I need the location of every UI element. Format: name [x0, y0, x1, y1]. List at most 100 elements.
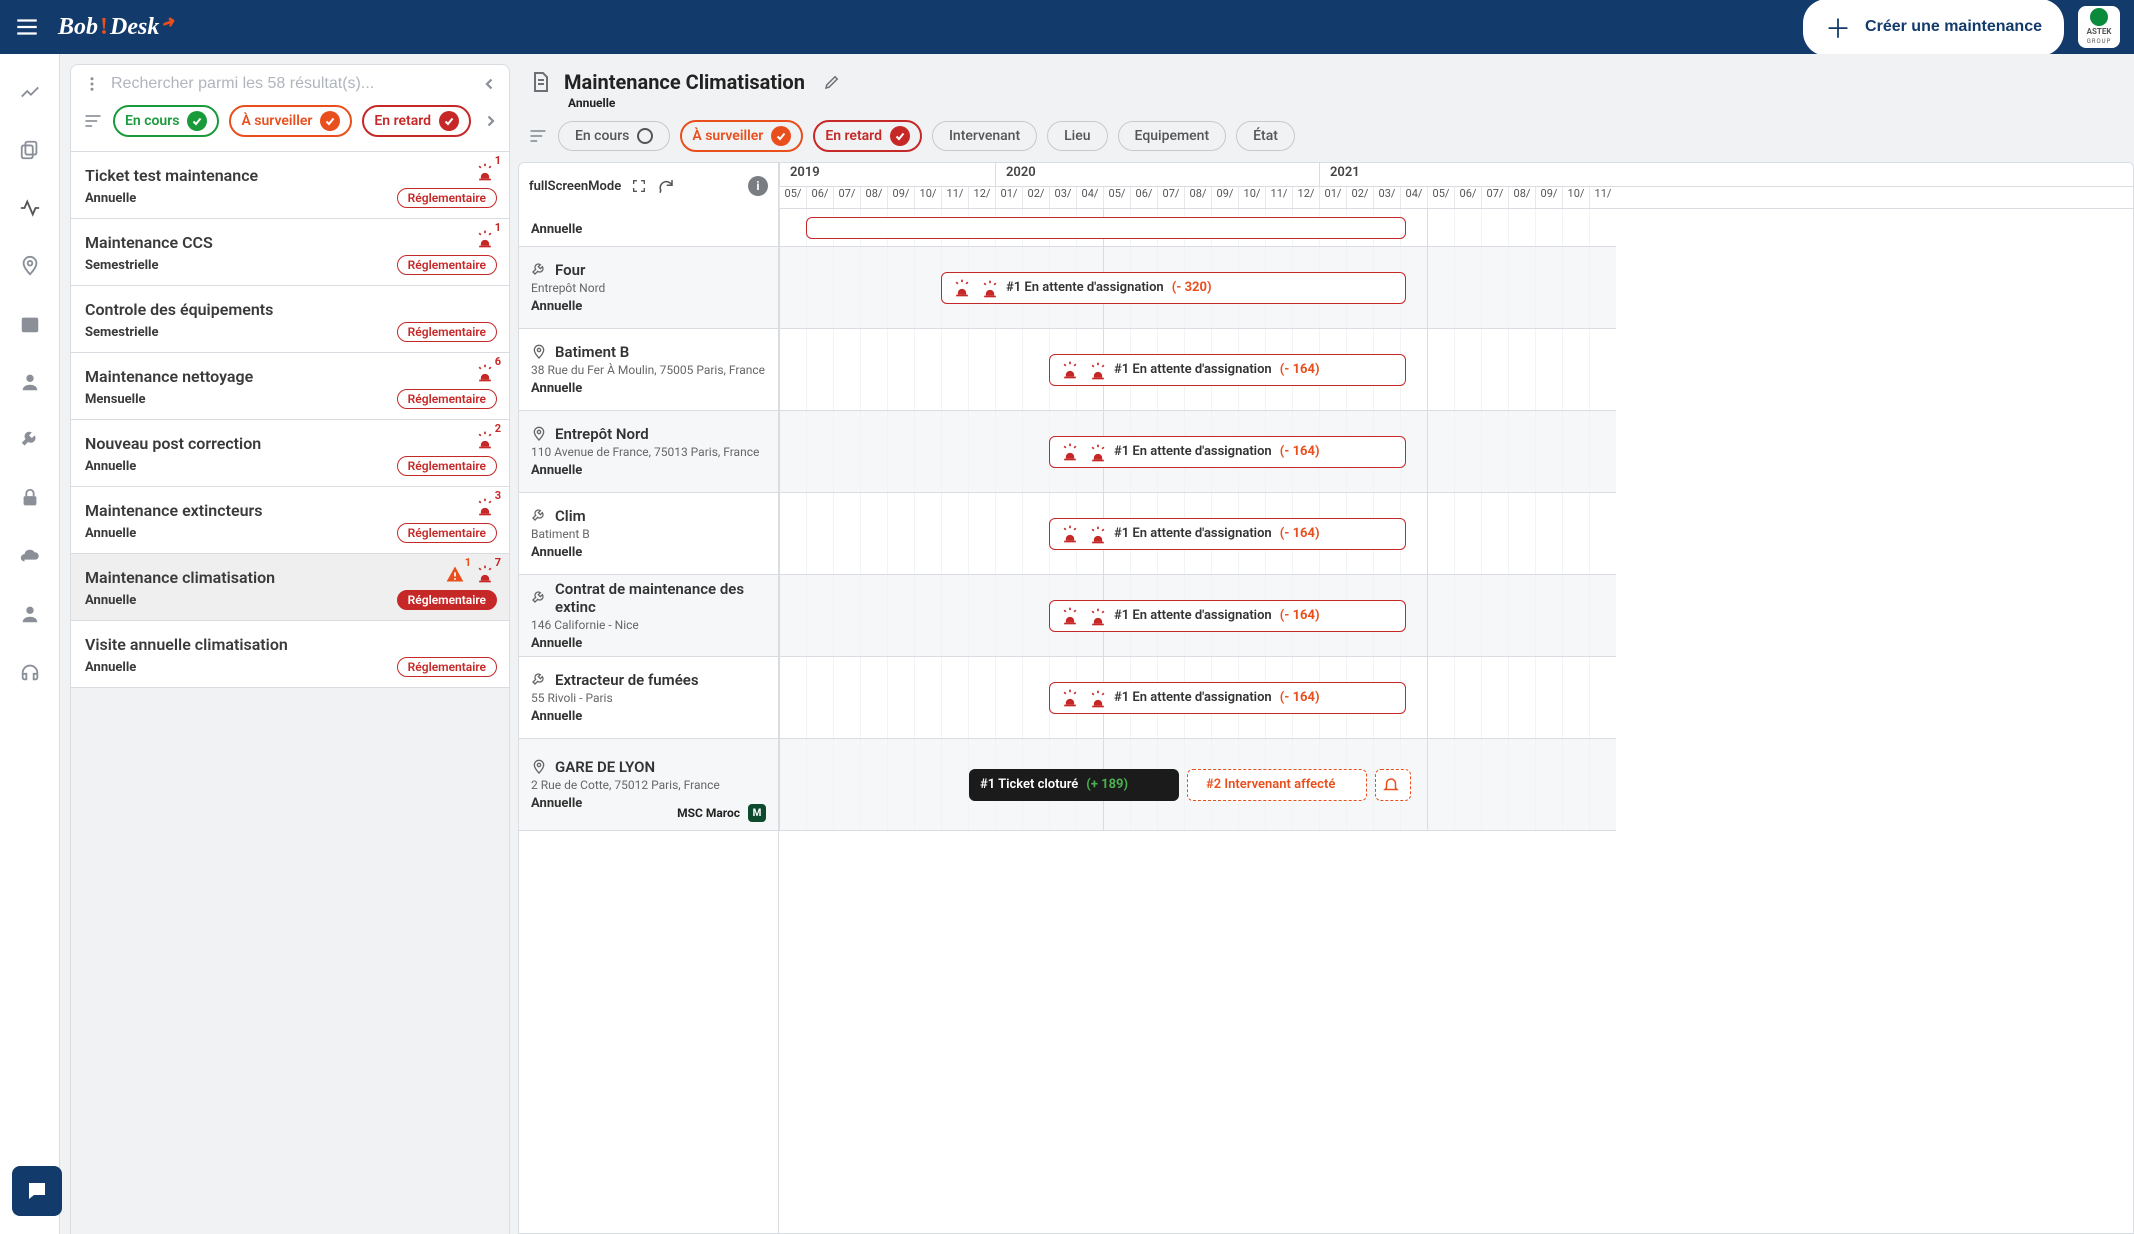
timeline-row-label[interactable]: Extracteur de fumées 55 Rivoli - Paris A… — [519, 657, 778, 739]
month-label: 11/ — [1265, 187, 1292, 208]
brand-name: ASTEK — [2087, 27, 2112, 36]
scroll-right-icon[interactable] — [481, 112, 499, 130]
fullscreen-icon[interactable] — [631, 178, 647, 194]
wrench-icon — [531, 508, 547, 524]
list-item[interactable]: Ticket test maintenance Annuelle 1 Régle… — [71, 152, 509, 219]
card-title: Maintenance nettoyage — [85, 367, 495, 386]
month-label: 08/ — [860, 187, 887, 208]
more-icon[interactable] — [83, 75, 101, 93]
nav-analytics-icon[interactable] — [16, 78, 44, 106]
card-title: Controle des équipements — [85, 300, 495, 319]
list-item[interactable]: Maintenance climatisation Annuelle 17 Ré… — [71, 554, 509, 621]
nav-cloud-icon[interactable] — [16, 542, 44, 570]
row-location: 55 Rivoli - Paris — [531, 691, 768, 705]
nav-wrench-icon[interactable] — [16, 426, 44, 454]
row-title: Contrat de maintenance des extinc — [555, 580, 768, 616]
month-label: 07/ — [833, 187, 860, 208]
timeline-row: #1 En attente d'assignation (- 164) — [779, 411, 1616, 493]
list-item[interactable]: Maintenance CCS Semestrielle 1 Réglement… — [71, 219, 509, 286]
detail-filter-en-retard[interactable]: En retard — [813, 120, 922, 152]
timeline-bar[interactable]: #1 En attente d'assignation (- 164) — [1049, 436, 1406, 468]
timeline-bar[interactable]: #1 En attente d'assignation (- 320) — [941, 272, 1406, 304]
filter-a-surveiller[interactable]: À surveiller — [229, 105, 352, 137]
info-icon[interactable]: i — [748, 176, 768, 196]
brand-logo[interactable]: ASTEK GROUP — [2078, 6, 2120, 48]
list-item[interactable]: Controle des équipements Semestrielle Ré… — [71, 286, 509, 353]
siren-icon: 1 — [475, 229, 495, 249]
timeline-bar[interactable]: #1 En attente d'assignation (- 164) — [1049, 600, 1406, 632]
nav-worker-icon[interactable] — [16, 368, 44, 396]
nav-lock-icon[interactable] — [16, 484, 44, 512]
timeline-bar-pending[interactable]: #2 Intervenant affecté — [1187, 769, 1367, 801]
nav-copy-icon[interactable] — [16, 136, 44, 164]
card-title: Ticket test maintenance — [85, 166, 495, 185]
detail-filter-intervenant[interactable]: Intervenant — [932, 121, 1037, 151]
nav-headset-icon[interactable] — [16, 658, 44, 686]
siren-icon — [1088, 689, 1106, 707]
siren-icon: 2 — [475, 430, 495, 450]
timeline-bar[interactable]: #1 En attente d'assignation (- 164) — [1049, 518, 1406, 550]
timeline-row-label[interactable]: Clim Batiment B Annuelle — [519, 493, 778, 575]
detail-filter-etat[interactable]: État — [1236, 121, 1295, 151]
detail-sort-icon[interactable] — [528, 126, 548, 146]
refresh-icon[interactable] — [657, 177, 675, 195]
list-item[interactable]: Maintenance extincteurs Annuelle 3 Régle… — [71, 487, 509, 554]
detail-filter-lieu[interactable]: Lieu — [1047, 121, 1107, 151]
edit-icon[interactable] — [823, 73, 841, 91]
timeline-row-label[interactable]: Four Entrepôt Nord Annuelle — [519, 247, 778, 329]
search-input[interactable] — [111, 75, 471, 93]
detail-filter-en-cours[interactable]: En cours — [558, 121, 670, 151]
card-title: Visite annuelle climatisation — [85, 635, 495, 654]
timeline-row-label[interactable]: Contrat de maintenance des extinc 146 Ca… — [519, 575, 778, 657]
nav-health-icon[interactable] — [16, 194, 44, 222]
bar-delta: (- 164) — [1280, 362, 1320, 377]
filter-a-surveiller-label: À surveiller — [241, 113, 312, 129]
year-label: 2021 — [1319, 163, 1616, 186]
timeline-row-label[interactable]: Entrepôt Nord 110 Avenue de France, 7501… — [519, 411, 778, 493]
month-label: 06/ — [1454, 187, 1481, 208]
sort-icon[interactable] — [83, 111, 103, 131]
timeline-bar-closed[interactable]: #1 Ticket cloturé (+ 189) — [969, 769, 1179, 801]
nav-user-icon[interactable] — [16, 600, 44, 628]
bar-delta: (- 164) — [1280, 526, 1320, 541]
card-title: Maintenance climatisation — [85, 568, 495, 587]
bell-callout[interactable] — [1375, 769, 1411, 801]
month-label: 03/ — [1049, 187, 1076, 208]
nav-location-icon[interactable] — [16, 252, 44, 280]
detail-filter-a-surveiller[interactable]: À surveiller — [680, 120, 803, 152]
timeline-row: #1 En attente d'assignation (- 164) — [779, 575, 1616, 657]
filter-en-cours[interactable]: En cours — [113, 105, 219, 137]
menu-icon[interactable] — [14, 14, 40, 40]
timeline-bar[interactable] — [806, 217, 1406, 239]
timeline-bar[interactable]: #1 En attente d'assignation (- 164) — [1049, 682, 1406, 714]
chat-button[interactable] — [12, 1166, 62, 1216]
reglementaire-badge: Réglementaire — [397, 322, 497, 342]
month-label: 08/ — [1508, 187, 1535, 208]
row-title: Extracteur de fumées — [555, 671, 699, 689]
month-label: 01/ — [1319, 187, 1346, 208]
timeline-row-label[interactable]: Annuelle — [519, 209, 778, 247]
timeline-row: #1 Ticket cloturé (+ 189) #2 Intervenant… — [779, 739, 1616, 831]
list-item[interactable]: Nouveau post correction Annuelle 2 Régle… — [71, 420, 509, 487]
detail-filter-equipement[interactable]: Equipement — [1118, 121, 1227, 151]
siren-icon: 6 — [475, 363, 495, 383]
reglementaire-badge: Réglementaire — [397, 657, 497, 677]
list-item[interactable]: Visite annuelle climatisation Annuelle R… — [71, 621, 509, 688]
timeline-row-label[interactable]: GARE DE LYON 2 Rue de Cotte, 75012 Paris… — [519, 739, 778, 831]
card-title: Nouveau post correction — [85, 434, 495, 453]
row-frequency: Annuelle — [531, 222, 768, 237]
row-title: Four — [555, 261, 585, 279]
bell-icon — [1382, 776, 1400, 794]
nav-calendar-icon[interactable] — [16, 310, 44, 338]
timeline-bar[interactable]: #1 En attente d'assignation (- 164) — [1049, 354, 1406, 386]
timeline-row-label[interactable]: Batiment B 38 Rue du Fer À Moulin, 75005… — [519, 329, 778, 411]
collapse-left-icon[interactable] — [481, 75, 499, 93]
filter-en-retard[interactable]: En retard — [362, 105, 471, 137]
create-maintenance-button[interactable]: ＋ Créer une maintenance — [1803, 0, 2064, 56]
row-frequency: Annuelle — [531, 381, 768, 396]
timeline-row: #1 En attente d'assignation (- 164) — [779, 657, 1616, 739]
month-label: 11/ — [941, 187, 968, 208]
create-label: Créer une maintenance — [1865, 18, 2042, 36]
list-item[interactable]: Maintenance nettoyage Mensuelle 6 Réglem… — [71, 353, 509, 420]
month-label: 05/ — [1103, 187, 1130, 208]
